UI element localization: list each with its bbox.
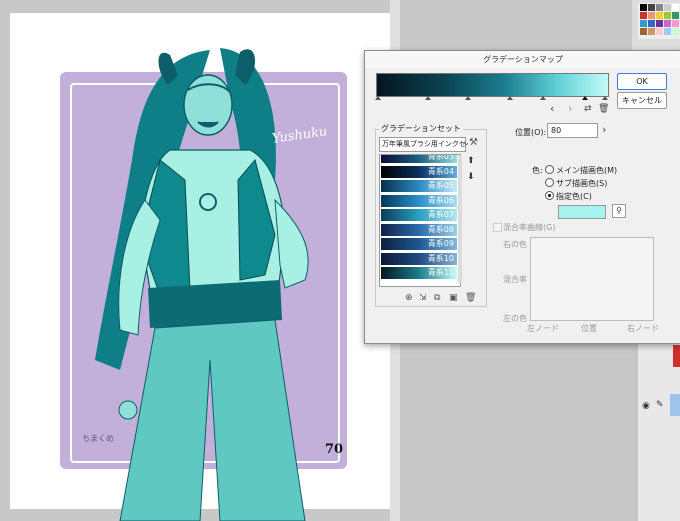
- palette-swatch[interactable]: [664, 4, 671, 11]
- gradient-set-item[interactable]: 青系07: [381, 208, 457, 222]
- gradient-set-item-label: 青系07: [427, 210, 454, 219]
- gradient-set-item-label: 青系09: [427, 239, 454, 248]
- wrench-icon[interactable]: ⚒: [469, 137, 478, 148]
- curve-blend-rate-label: 混合率: [503, 275, 527, 284]
- dialog-title: グラデーションマップ: [365, 51, 680, 68]
- layer-row-marker: [673, 345, 680, 367]
- gradient-set-label: グラデーションセット: [379, 123, 463, 134]
- palette-swatch[interactable]: [664, 28, 671, 35]
- eyedropper-icon[interactable]: ⚲: [612, 204, 626, 218]
- curve-left-node-label: 左ノード: [527, 324, 559, 333]
- specified-color-swatch[interactable]: [558, 205, 606, 219]
- gradient-set-item[interactable]: 青系08: [381, 223, 457, 237]
- character-illustration: [95, 48, 309, 521]
- gradient-node[interactable]: [507, 96, 513, 100]
- import-gradient-icon[interactable]: ⇲: [419, 293, 427, 303]
- palette-swatch[interactable]: [640, 28, 647, 35]
- gradient-set-item-label: 青系08: [427, 224, 454, 234]
- gradient-map-dialog: グラデーションマップ OK キャンセル ‹ › ⇄ 🗑 グラデーションセット 万…: [364, 50, 680, 344]
- palette-swatch[interactable]: [672, 28, 679, 35]
- gradient-list-scrollbar[interactable]: [458, 155, 462, 283]
- gradient-set-item[interactable]: 青系11: [381, 266, 457, 280]
- position-label: 位置(O):: [515, 128, 547, 137]
- gradient-preview-bar[interactable]: [376, 73, 609, 97]
- cancel-button[interactable]: キャンセル: [617, 92, 667, 109]
- palette-swatch[interactable]: [656, 12, 663, 19]
- radio-specified-color-label: 指定色(C): [556, 192, 592, 201]
- gradient-set-item[interactable]: 青系03: [381, 154, 457, 164]
- move-up-icon[interactable]: ⬆: [467, 156, 475, 166]
- gradient-set-item-label: 青系11: [427, 268, 454, 277]
- palette-swatch[interactable]: [664, 12, 671, 19]
- palette-swatch[interactable]: [640, 4, 647, 11]
- palette-swatch[interactable]: [640, 20, 647, 27]
- gradient-node[interactable]: [425, 96, 431, 100]
- palette-swatch[interactable]: [672, 12, 679, 19]
- radio-main-color[interactable]: [545, 165, 554, 174]
- gradient-node[interactable]: [375, 96, 381, 100]
- gradient-set-list[interactable]: 青系03 青系04 青系05 青系06 青系07 青系08 青系09 青系10 青系11: [379, 154, 461, 287]
- gradient-node-selected[interactable]: [582, 96, 588, 100]
- add-gradient-icon[interactable]: ⊕: [405, 293, 413, 303]
- delete-node-icon[interactable]: 🗑: [598, 103, 609, 115]
- gradient-node[interactable]: [465, 96, 471, 100]
- palette-swatch[interactable]: [672, 20, 679, 27]
- palette-swatch[interactable]: [656, 20, 663, 27]
- radio-main-color-label: メイン描画色(M): [556, 166, 618, 175]
- color-label: 色:: [532, 166, 543, 175]
- position-slider-arrow-icon[interactable]: ›: [602, 123, 606, 136]
- artist-mark: ちまくめ: [82, 434, 114, 443]
- gradient-set-select[interactable]: 万年筆風ブラシ用インクセット: [379, 137, 466, 152]
- curve-right-node-label: 右ノード: [627, 324, 659, 333]
- gradient-set-item-label: 青系04: [427, 166, 454, 176]
- palette-swatch[interactable]: [648, 20, 655, 27]
- ok-button[interactable]: OK: [617, 73, 667, 90]
- radio-sub-color-label: サブ描画色(S): [556, 179, 608, 188]
- flip-gradient-icon[interactable]: ⇄: [584, 103, 592, 115]
- gradient-set-item[interactable]: 青系10: [381, 252, 457, 266]
- palette-swatch[interactable]: [656, 28, 663, 35]
- palette-swatch[interactable]: [664, 20, 671, 27]
- radio-sub-color[interactable]: [545, 178, 554, 187]
- prev-node-icon[interactable]: ‹: [550, 103, 554, 115]
- next-node-icon[interactable]: ›: [568, 103, 572, 115]
- gradient-node[interactable]: [540, 96, 546, 100]
- gradient-set-item-label: 青系06: [427, 195, 454, 205]
- palette-swatch[interactable]: [648, 4, 655, 11]
- radio-specified-color[interactable]: [545, 191, 554, 200]
- palette-swatch[interactable]: [656, 4, 663, 11]
- selected-layer-thumb[interactable]: [670, 394, 680, 416]
- palette-swatch[interactable]: [672, 4, 679, 11]
- curve-right-color-label: 右の色: [503, 240, 527, 249]
- gradient-set-item[interactable]: 青系05: [381, 179, 457, 193]
- gradient-set-item-label: 青系10: [427, 253, 454, 263]
- duplicate-gradient-icon[interactable]: ⧉: [434, 293, 440, 303]
- palette-swatch[interactable]: [648, 28, 655, 35]
- page-number: 70: [325, 442, 344, 457]
- pen-icon[interactable]: ✎: [656, 400, 664, 410]
- gradient-set-item-label: 青系03: [427, 154, 454, 161]
- blend-curve-label: 混合率曲線(G): [503, 223, 556, 232]
- gradient-set-item[interactable]: 青系06: [381, 194, 457, 208]
- register-gradient-icon[interactable]: ▣: [449, 293, 458, 303]
- curve-position-label: 位置: [581, 324, 597, 333]
- palette-swatch[interactable]: [640, 12, 647, 19]
- curve-left-color-label: 左の色: [503, 314, 527, 323]
- layer-list[interactable]: [638, 340, 680, 521]
- eye-icon[interactable]: ◉: [642, 401, 650, 411]
- palette-swatch[interactable]: [648, 12, 655, 19]
- gradient-set-item[interactable]: 青系04: [381, 165, 457, 179]
- position-input[interactable]: 80: [547, 123, 598, 138]
- move-down-icon[interactable]: ⬇: [467, 172, 475, 182]
- gradient-set-item-label: 青系05: [427, 181, 454, 190]
- delete-gradient-icon[interactable]: 🗑: [465, 293, 476, 303]
- blend-curve-checkbox[interactable]: [493, 223, 502, 232]
- blend-curve-graph: [530, 237, 654, 321]
- gradient-set-item[interactable]: 青系09: [381, 237, 457, 251]
- gradient-node[interactable]: [602, 96, 608, 100]
